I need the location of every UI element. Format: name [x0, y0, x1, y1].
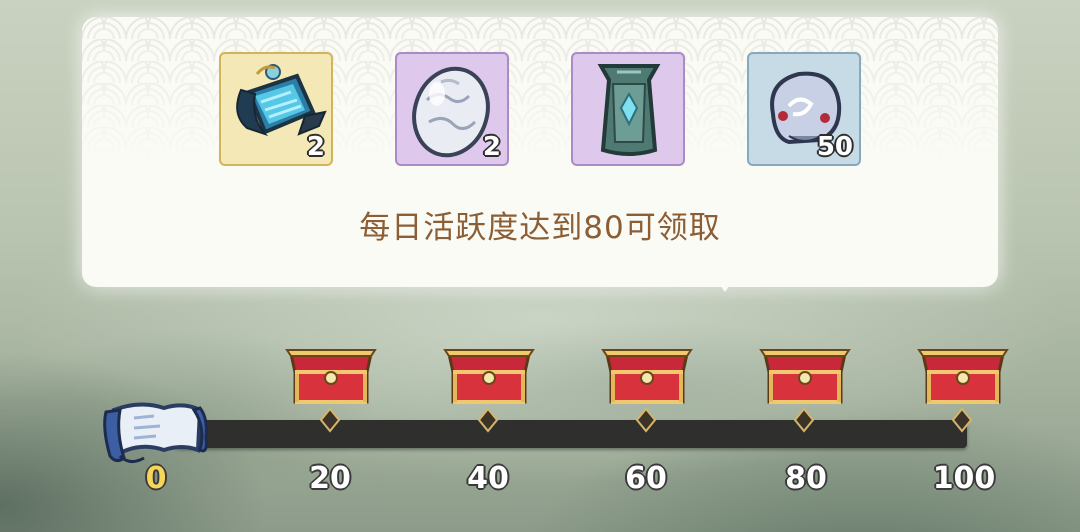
scroll-start-icon [103, 402, 208, 463]
reward-quantity: 2 [482, 132, 501, 162]
treasure-chest-80[interactable] [757, 342, 853, 410]
activity-progress-track [175, 420, 967, 448]
reward-slot-scroll[interactable]: 2 [219, 52, 333, 166]
tooltip-pointer [708, 268, 742, 292]
milestone-marker-20 [319, 407, 341, 433]
treasure-chest-100[interactable] [915, 342, 1011, 410]
milestone-label-40: 40 [467, 461, 509, 496]
jade-tablet-icon [597, 64, 661, 156]
milestone-label-60: 60 [625, 461, 667, 496]
treasure-chest-40[interactable] [441, 342, 537, 410]
reward-slot-tablet[interactable] [571, 52, 685, 166]
milestone-marker-40 [477, 407, 499, 433]
reward-tooltip: 2 2 50 每日活跃度达到80可领取 [82, 17, 998, 287]
milestone-label-80: 80 [785, 461, 827, 496]
milestone-label-100: 100 [932, 461, 996, 496]
reward-slot-egg[interactable]: 2 [395, 52, 509, 166]
milestone-marker-80 [793, 407, 815, 433]
milestone-marker-100 [951, 407, 973, 433]
milestone-label-20: 20 [309, 461, 351, 496]
reward-quantity: 2 [306, 132, 325, 162]
treasure-chest-20[interactable] [283, 342, 379, 410]
current-activity-value: 0 [145, 461, 167, 496]
reward-requirement-text: 每日活跃度达到80可领取 [359, 210, 721, 246]
reward-quantity: 50 [816, 132, 853, 162]
milestone-marker-60 [635, 407, 657, 433]
treasure-chest-60[interactable] [599, 342, 695, 410]
reward-slot-ore[interactable]: 50 [747, 52, 861, 166]
